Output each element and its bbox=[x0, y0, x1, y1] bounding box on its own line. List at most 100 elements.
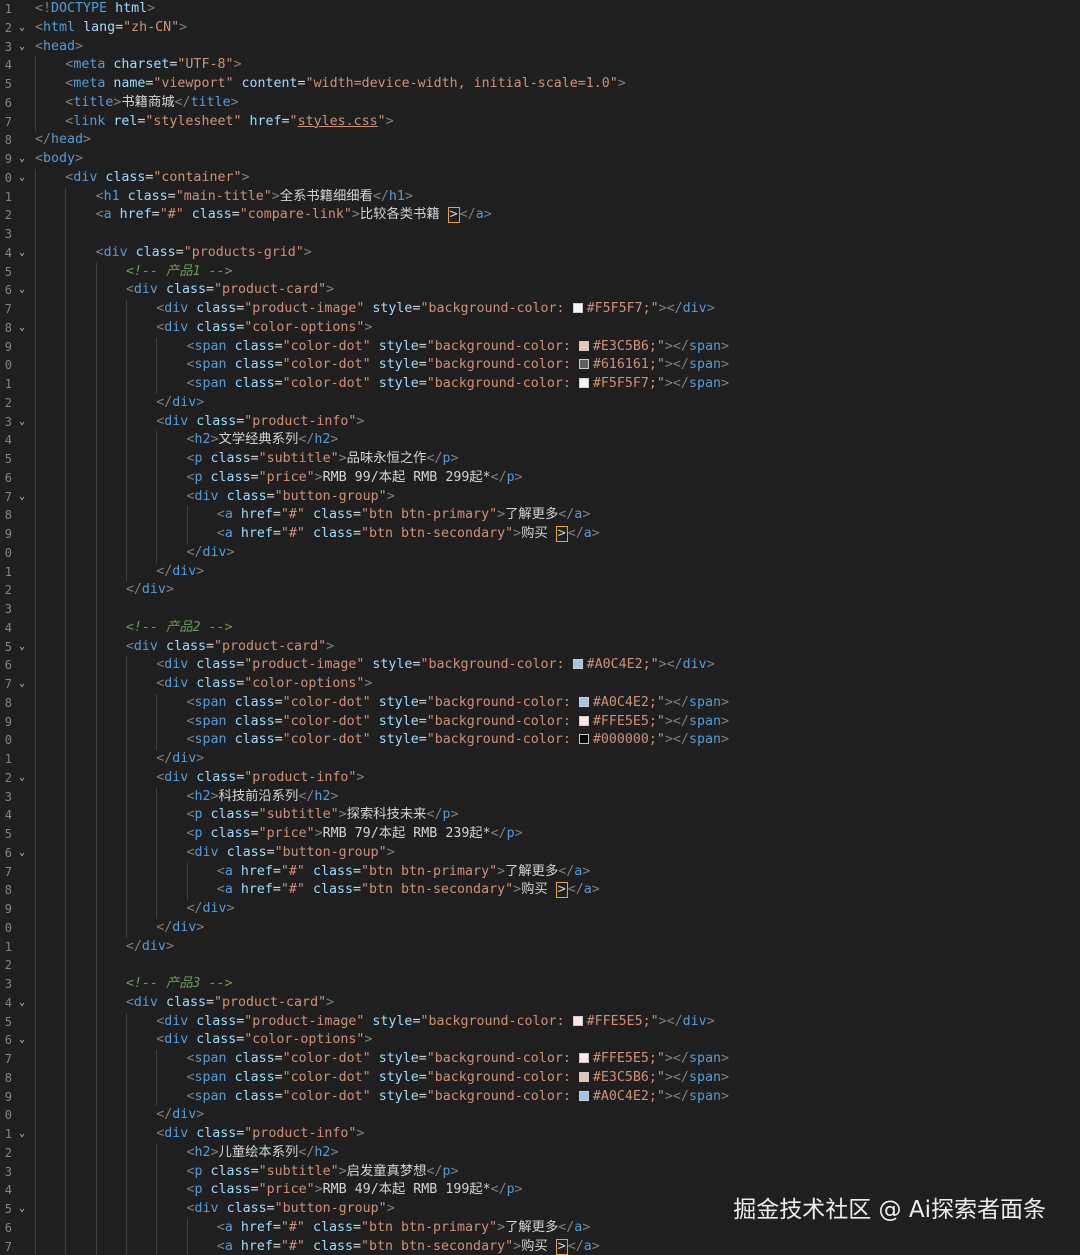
chevron-down-icon[interactable]: ⌄ bbox=[17, 413, 27, 432]
code-line[interactable]: 9 <span class="color-dot" style="backgrou… bbox=[0, 337, 1080, 357]
code-line[interactable]: 5 <!-- 产品1 --> bbox=[0, 262, 1080, 282]
code-line[interactable]: 7 <a href="#" class="btn btn-primary">了解更… bbox=[0, 862, 1080, 882]
code-line[interactable]: 2 <h2>儿童绘本系列</h2> bbox=[0, 1143, 1080, 1163]
code-line[interactable]: 2 </div> bbox=[0, 393, 1080, 413]
color-swatch-icon[interactable] bbox=[578, 340, 589, 351]
chevron-down-icon[interactable]: ⌄ bbox=[17, 994, 27, 1013]
code-line[interactable]: 8 <span class="color-dot" style="backgrou… bbox=[0, 693, 1080, 713]
chevron-down-icon[interactable]: ⌄ bbox=[17, 675, 27, 694]
color-swatch-icon[interactable] bbox=[578, 359, 589, 370]
code-line[interactable]: 4 <p class="subtitle">探索科技未来</p> bbox=[0, 806, 1080, 825]
code-line[interactable]: 3 ⌄ <div class="product-info"> bbox=[0, 412, 1080, 432]
code-line[interactable]: 7 <div class="product-image" style="backg… bbox=[0, 300, 1080, 319]
code-line[interactable]: 0 <span class="color-dot" style="backgrou… bbox=[0, 731, 1080, 750]
color-swatch-icon[interactable] bbox=[572, 303, 583, 313]
code-line[interactable]: 0 <span class="color-dot" style="backgrou… bbox=[0, 356, 1080, 375]
color-swatch-icon[interactable] bbox=[578, 378, 589, 388]
chevron-down-icon[interactable]: ⌄ bbox=[17, 38, 27, 57]
code-line[interactable]: 6 ⌄ <div class="color-options"> bbox=[0, 1031, 1080, 1050]
code-line[interactable]: 5 <p class="price">RMB 79/本起 RMB 239起*</p… bbox=[0, 825, 1080, 844]
code-line[interactable]: 7 <a href="#" class="btn btn-secondary">购… bbox=[0, 1237, 1080, 1255]
code-line[interactable]: 6 <title>书籍商城</title> bbox=[0, 93, 1080, 113]
code-line[interactable]: 5 ⌄ <div class="product-card"> bbox=[0, 637, 1080, 657]
code-editor[interactable]: 1 <!DOCTYPE html> 2 ⌄ <html lang="zh-CN"> 3 ⌄ <… bbox=[0, 0, 1080, 1255]
indent-guide bbox=[156, 487, 158, 507]
code-line[interactable]: 6 <div class="product-image" style="backg… bbox=[0, 656, 1080, 675]
code-line[interactable]: 6 ⌄ <div class="button-group"> bbox=[0, 843, 1080, 863]
color-swatch-icon[interactable] bbox=[572, 1015, 583, 1026]
indent-guide bbox=[35, 1106, 36, 1125]
chevron-down-icon[interactable]: ⌄ bbox=[17, 638, 27, 657]
chevron-down-icon[interactable]: ⌄ bbox=[17, 844, 27, 863]
code-line[interactable]: 0 </div> bbox=[0, 1106, 1080, 1125]
code-line[interactable]: 3 bbox=[0, 225, 1080, 244]
code-line[interactable]: 3 <h2>科技前沿系列</h2> bbox=[0, 787, 1080, 807]
chevron-down-icon[interactable]: ⌄ bbox=[17, 769, 27, 788]
code-line[interactable]: 3 ⌄ <head> bbox=[0, 38, 1080, 57]
color-swatch-icon[interactable] bbox=[578, 734, 589, 745]
chevron-down-icon[interactable]: ⌄ bbox=[17, 1200, 27, 1219]
code-line[interactable]: 4 <h2>文学经典系列</h2> bbox=[0, 431, 1080, 450]
code-line[interactable]: 7 ⌄ <div class="button-group"> bbox=[0, 487, 1080, 507]
code-token-text: = bbox=[272, 1219, 281, 1235]
code-line[interactable]: 5 <meta name="viewport" content="width=de… bbox=[0, 75, 1080, 94]
code-line[interactable]: 9 </div> bbox=[0, 900, 1080, 919]
code-line[interactable]: 5 <div class="product-image" style="backg… bbox=[0, 1012, 1080, 1032]
chevron-down-icon[interactable]: ⌄ bbox=[17, 319, 27, 338]
code-line[interactable]: 2 ⌄ <html lang="zh-CN"> bbox=[0, 19, 1080, 38]
code-line[interactable]: 8 <span class="color-dot" style="backgrou… bbox=[0, 1068, 1080, 1088]
color-swatch-icon[interactable] bbox=[578, 1090, 589, 1101]
color-swatch-icon[interactable] bbox=[578, 715, 589, 726]
color-swatch-icon[interactable] bbox=[572, 659, 583, 670]
code-line[interactable]: 1 </div> bbox=[0, 562, 1080, 582]
code-line[interactable]: 8 </head> bbox=[0, 131, 1080, 150]
code-line[interactable]: 1 </div> bbox=[0, 937, 1080, 957]
code-line[interactable]: 0 </div> bbox=[0, 918, 1080, 938]
code-line[interactable]: 2 </div> bbox=[0, 581, 1080, 600]
code-line[interactable]: 1 ⌄ <div class="product-info"> bbox=[0, 1125, 1080, 1144]
chevron-down-icon[interactable]: ⌄ bbox=[17, 488, 27, 507]
code-line[interactable]: 0 ⌄ <div class="container"> bbox=[0, 168, 1080, 188]
code-line[interactable]: 8 <a href="#" class="btn btn-secondary">购… bbox=[0, 881, 1080, 900]
code-line[interactable]: 8 <a href="#" class="btn btn-primary">了解更… bbox=[0, 506, 1080, 525]
code-line[interactable]: 2 <a href="#" class="compare-link">比较各类书籍… bbox=[0, 206, 1080, 225]
code-line[interactable]: 8 ⌄ <div class="color-options"> bbox=[0, 318, 1080, 338]
code-line[interactable]: 9 <span class="color-dot" style="backgrou… bbox=[0, 712, 1080, 732]
code-line[interactable]: 3 <!-- 产品3 --> bbox=[0, 975, 1080, 994]
code-line[interactable]: 4 <meta charset="UTF-8"> bbox=[0, 56, 1080, 75]
code-line[interactable]: 1 </div> bbox=[0, 750, 1080, 769]
code-line[interactable]: 4 ⌄ <div class="product-card"> bbox=[0, 993, 1080, 1013]
color-swatch-icon[interactable] bbox=[578, 696, 589, 707]
code-line[interactable]: 1 <span class="color-dot" style="backgrou… bbox=[0, 375, 1080, 394]
stylesheet-link[interactable]: styles.css bbox=[298, 114, 378, 129]
code-line[interactable]: 4 <!-- 产品2 --> bbox=[0, 618, 1080, 638]
chevron-down-icon[interactable]: ⌄ bbox=[17, 19, 27, 38]
code-line[interactable]: 0 </div> bbox=[0, 543, 1080, 563]
chevron-down-icon[interactable]: ⌄ bbox=[17, 150, 27, 169]
chevron-down-icon[interactable]: ⌄ bbox=[17, 169, 27, 188]
chevron-down-icon[interactable]: ⌄ bbox=[17, 281, 27, 300]
code-line[interactable]: 6 ⌄ <div class="product-card"> bbox=[0, 281, 1080, 300]
code-line[interactable]: 3 bbox=[0, 600, 1080, 619]
code-line[interactable]: 3 <p class="subtitle">启发童真梦想</p> bbox=[0, 1162, 1080, 1182]
code-line[interactable]: 2 ⌄ <div class="product-info"> bbox=[0, 768, 1080, 788]
code-line[interactable]: 5 <p class="subtitle">品味永恒之作</p> bbox=[0, 450, 1080, 469]
code-line[interactable]: 4 ⌄ <div class="products-grid"> bbox=[0, 243, 1080, 263]
color-swatch-icon[interactable] bbox=[578, 1071, 589, 1082]
indent-guide bbox=[65, 900, 67, 919]
color-swatch-icon[interactable] bbox=[578, 1053, 589, 1063]
code-line[interactable]: 9 <span class="color-dot" style="backgrou… bbox=[0, 1087, 1080, 1107]
code-line[interactable]: 1 <!DOCTYPE html> bbox=[0, 0, 1080, 19]
code-line[interactable]: 7 <link rel="stylesheet" href="styles.css… bbox=[0, 112, 1080, 132]
code-line[interactable]: 2 bbox=[0, 956, 1080, 975]
code-line[interactable]: 7 <span class="color-dot" style="backgrou… bbox=[0, 1050, 1080, 1069]
code-line[interactable]: 9 <a href="#" class="btn btn-secondary">购… bbox=[0, 525, 1080, 544]
code-line[interactable]: 1 <h1 class="main-title">全系书籍细细看</h1> bbox=[0, 187, 1080, 207]
code-line[interactable]: 9 ⌄ <body> bbox=[0, 150, 1080, 169]
chevron-down-icon[interactable]: ⌄ bbox=[17, 1031, 27, 1050]
code-line[interactable]: 6 <p class="price">RMB 99/本起 RMB 299起*</p… bbox=[0, 468, 1080, 488]
chevron-down-icon[interactable]: ⌄ bbox=[17, 244, 27, 263]
chevron-down-icon[interactable]: ⌄ bbox=[17, 1125, 27, 1144]
indent-guide bbox=[35, 1181, 36, 1200]
code-line[interactable]: 7 ⌄ <div class="color-options"> bbox=[0, 675, 1080, 694]
